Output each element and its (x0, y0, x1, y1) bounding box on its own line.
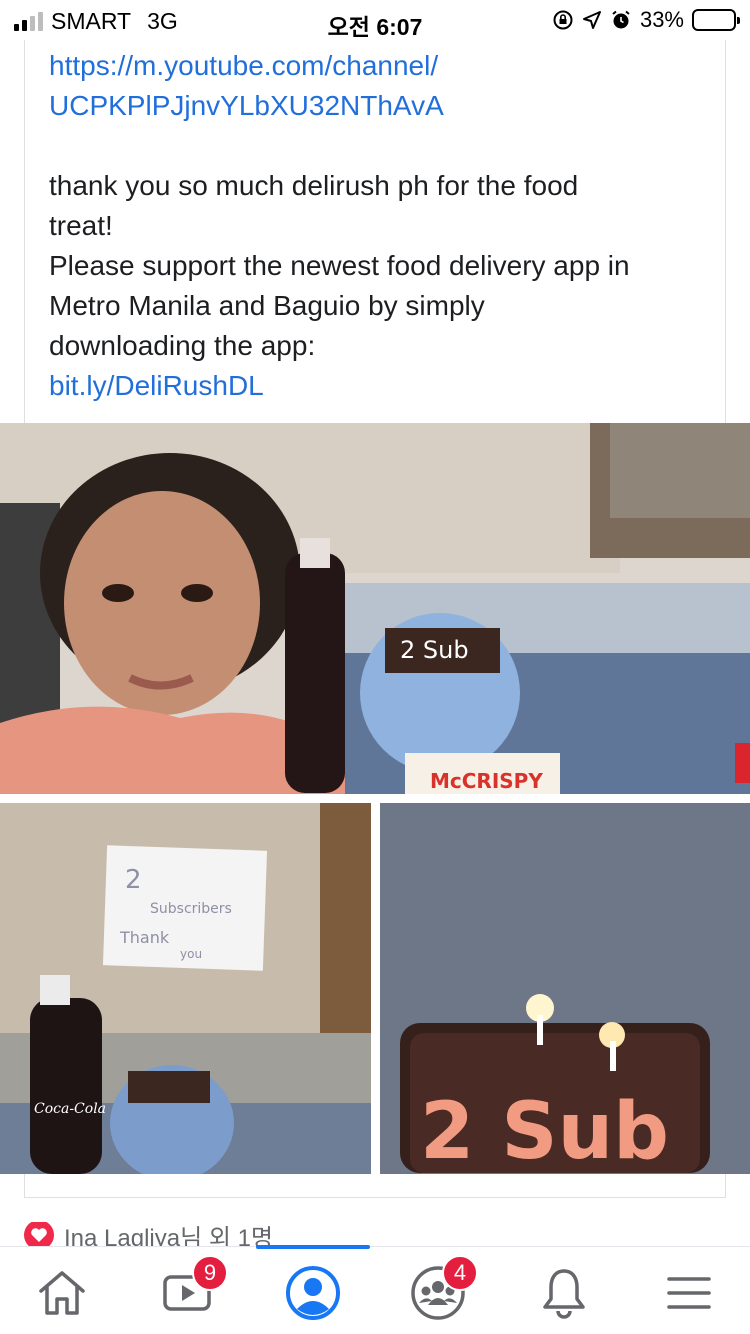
post-photo-note[interactable]: 2 Subscribers Thank you Coca-Cola (0, 803, 371, 1174)
carrier-name: SMART (51, 7, 132, 34)
network-type: 3G (147, 7, 178, 34)
active-tab-indicator (256, 1245, 370, 1249)
battery-icon (692, 9, 740, 31)
heart-reaction-icon (24, 1222, 54, 1248)
note-line: Subscribers (150, 901, 232, 917)
photo-main-illustration: 2 Sub McCRISPY (0, 423, 750, 794)
youtube-channel-link-line-2[interactable]: UCPKPlPJjnvYLbXU32NThAvA (49, 86, 725, 126)
download-app-link[interactable]: bit.ly/DeliRushDL (49, 366, 725, 406)
post-text: https://m.youtube.com/channel/ UCPKPlPJj… (24, 40, 726, 423)
post-photo-cake[interactable]: 2 Sub (380, 803, 750, 1174)
signal-strength-icon (14, 11, 43, 31)
note-line: Thank (119, 928, 170, 947)
note-line: you (180, 947, 202, 961)
post-photo-main[interactable]: 2 Sub McCRISPY (0, 423, 750, 794)
post-body-line: Metro Manila and Baguio by simply (49, 290, 485, 321)
tab-profile[interactable] (283, 1263, 343, 1323)
reactions-summary[interactable]: Ina Lagliya님 외 1명 (24, 1222, 273, 1248)
mccrispy-box-text: McCRISPY (430, 769, 543, 793)
note-line: 2 (125, 865, 142, 895)
orientation-lock-icon (552, 9, 574, 31)
photo-cake-illustration: 2 Sub (380, 803, 750, 1174)
bottle-label: Coca-Cola (34, 1101, 106, 1117)
cake-writing: 2 Sub (400, 636, 469, 664)
profile-icon (286, 1266, 340, 1320)
post-body-line: treat! (49, 210, 113, 241)
reactions-text: Ina Lagliya님 외 1명 (64, 1224, 274, 1249)
menu-icon (667, 1277, 711, 1309)
tab-notifications[interactable] (534, 1263, 594, 1323)
status-bar: SMART 3G 오전 6:07 33% (0, 0, 750, 40)
post-body-line: Please support the newest food delivery … (49, 250, 630, 281)
battery-percent: 33% (639, 7, 684, 32)
youtube-channel-link-line-1[interactable]: https://m.youtube.com/channel/ (49, 46, 725, 86)
alarm-icon (610, 9, 632, 31)
tab-groups[interactable]: 4 (408, 1255, 478, 1323)
status-bar-right: 33% (552, 7, 740, 33)
tab-menu[interactable] (659, 1263, 719, 1323)
tab-home[interactable] (32, 1263, 92, 1323)
home-icon (39, 1271, 85, 1315)
bell-icon (543, 1269, 585, 1319)
tab-watch[interactable]: 9 (158, 1255, 228, 1323)
status-bar-left: SMART 3G (14, 8, 178, 34)
card-bottom-border (24, 1174, 726, 1198)
location-arrow-icon (582, 10, 602, 30)
watch-notification-badge: 9 (192, 1255, 228, 1291)
photo-note-illustration: 2 Subscribers Thank you Coca-Cola (0, 803, 371, 1174)
bottom-tab-bar: 9 4 (0, 1245, 750, 1334)
cake-writing: 2 Sub (420, 1087, 669, 1174)
groups-notification-badge: 4 (442, 1255, 478, 1291)
post-body-line: thank you so much delirush ph for the fo… (49, 170, 579, 201)
post-body-line: downloading the app: (49, 330, 316, 361)
